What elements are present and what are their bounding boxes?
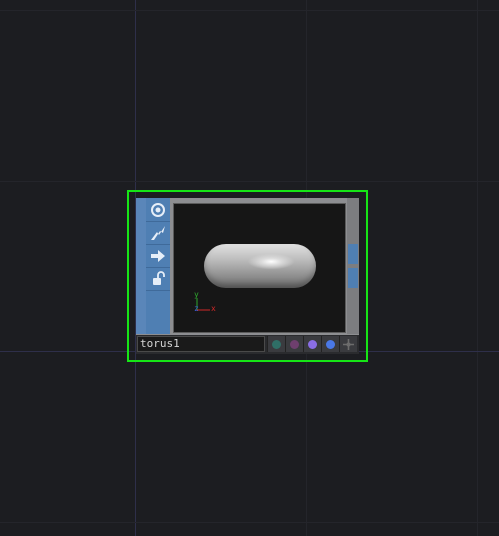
axis-y-label: y [194, 290, 199, 299]
node-viewer[interactable]: y z x [173, 203, 346, 333]
render-flag[interactable] [146, 267, 170, 291]
viewer-toggle-button[interactable] [348, 244, 358, 264]
purple-dot-icon [290, 339, 299, 349]
flag-spacer [146, 290, 170, 334]
node-bottom-bar: torus1 [136, 335, 359, 354]
node-name-field[interactable]: torus1 [137, 336, 265, 352]
flag-button-crosshair[interactable] [339, 336, 357, 352]
display-flag[interactable] [146, 244, 170, 268]
render-icon [150, 270, 166, 287]
axis-z-label: z [194, 304, 199, 313]
flag-button-violet[interactable] [303, 336, 321, 352]
blue-dot-icon [326, 339, 335, 349]
grid-line-vertical-far [477, 0, 478, 536]
grid-line-horizontal-top [0, 10, 499, 11]
node-input-strip[interactable] [136, 198, 146, 334]
violet-dot-icon [308, 339, 317, 349]
node-flag-column [146, 198, 170, 334]
grid-line-horizontal-mid [0, 181, 499, 182]
flag-button-blue[interactable] [321, 336, 339, 352]
axis-x-label: x [211, 304, 216, 313]
lock-icon [149, 224, 167, 242]
crosshair-icon [343, 335, 354, 354]
bypass-icon [150, 202, 166, 218]
flag-button-teal[interactable] [267, 336, 285, 352]
torus-preview [204, 244, 316, 288]
torus-node[interactable]: y z x torus1 [136, 198, 359, 354]
lock-flag[interactable] [146, 221, 170, 245]
bypass-flag[interactable] [146, 198, 170, 222]
teal-dot-icon [272, 339, 281, 349]
node-side-bar [347, 198, 359, 334]
flag-button-purple[interactable] [285, 336, 303, 352]
grid-line-horizontal-low [0, 522, 499, 523]
viewer-active-button[interactable] [348, 268, 358, 288]
display-icon [150, 248, 166, 264]
